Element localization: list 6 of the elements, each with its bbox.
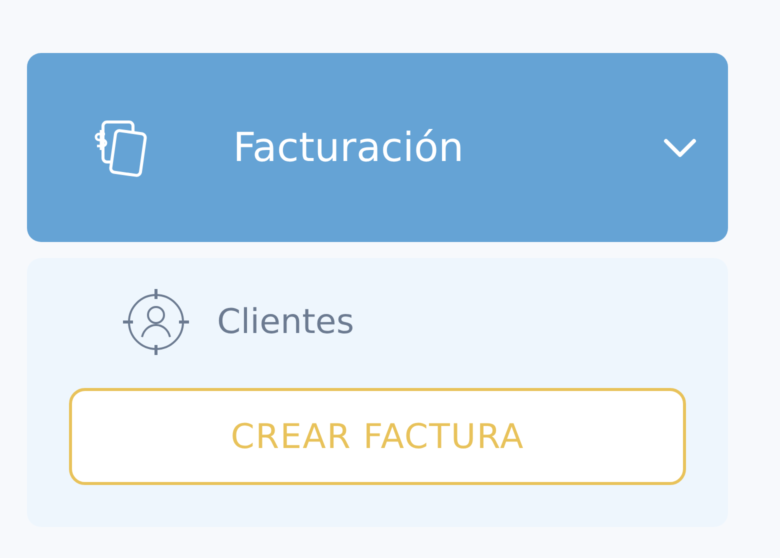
create-invoice-button[interactable]: CREAR FACTURA	[69, 388, 686, 485]
menu-header[interactable]: Facturación	[27, 53, 728, 242]
chevron-icon	[662, 136, 698, 158]
menu-item[interactable]: Clientes	[69, 286, 686, 358]
menu-title: Facturación	[233, 124, 465, 170]
user-target-icon	[121, 287, 191, 357]
